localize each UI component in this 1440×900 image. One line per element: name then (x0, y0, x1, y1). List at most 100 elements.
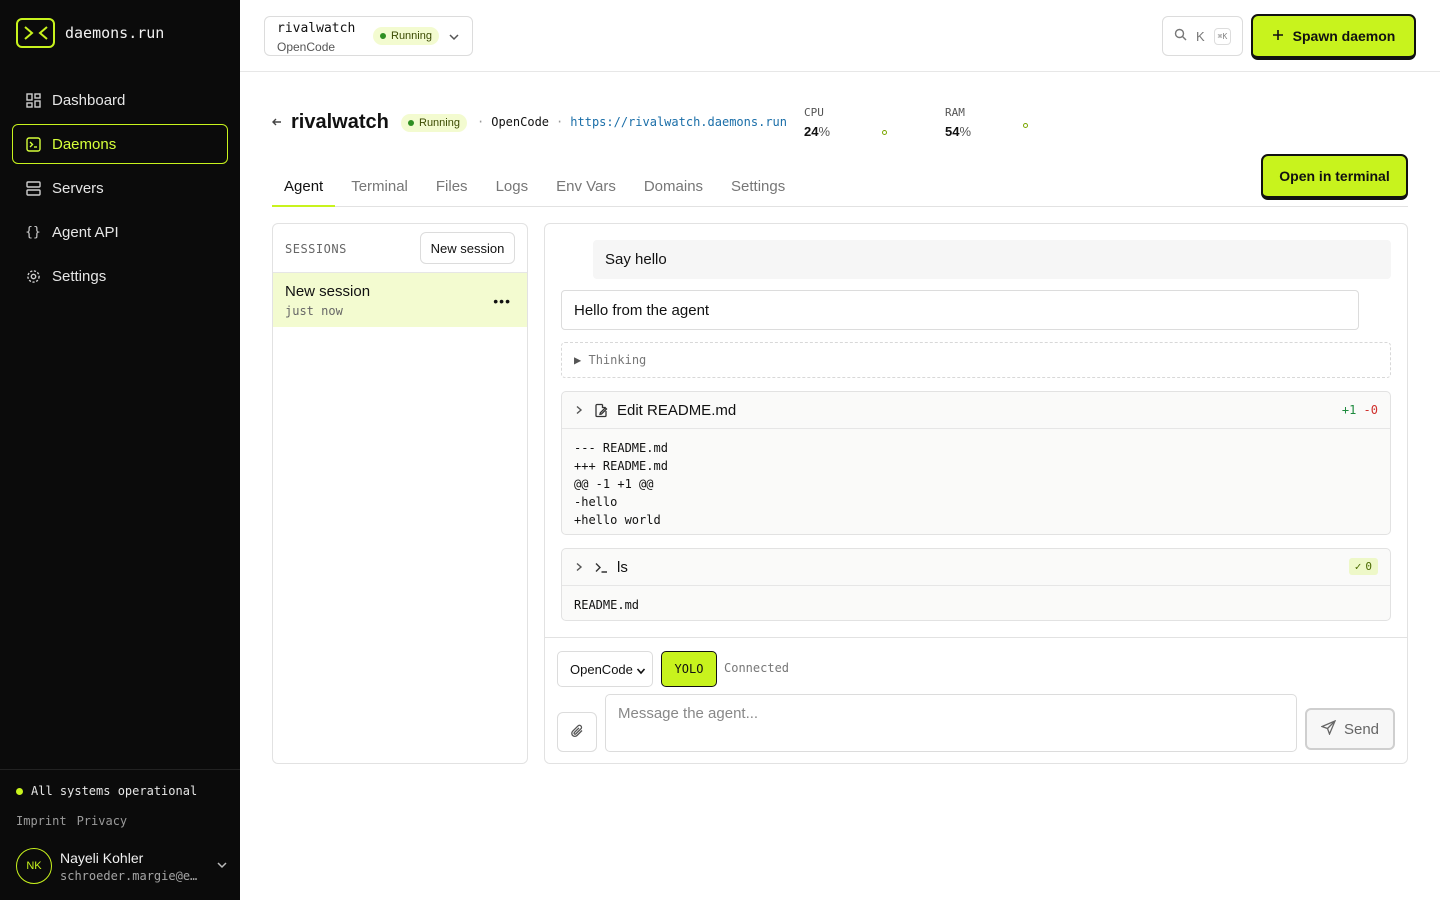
shortcut-kbd: ⌘K (1213, 27, 1232, 45)
list-item[interactable]: New session just now ••• (273, 272, 527, 327)
spawn-daemon-label: Spawn daemon (1292, 28, 1396, 44)
lines-removed: -0 (1363, 403, 1378, 417)
tab-env-vars[interactable]: Env Vars (544, 166, 628, 207)
search-key: K (1196, 28, 1205, 44)
thinking-toggle[interactable]: ▶ Thinking (561, 342, 1391, 378)
system-status: All systems operational (16, 784, 197, 798)
legal-links: Imprint Privacy (16, 814, 127, 828)
ram-value: 54 (945, 124, 960, 139)
spawn-daemon-button[interactable]: Spawn daemon (1251, 14, 1416, 60)
lines-added: +1 (1341, 403, 1357, 417)
server-icon (25, 180, 41, 196)
status-dot-icon (408, 120, 414, 126)
send-label: Send (1343, 720, 1380, 738)
switcher-daemon-name: rivalwatch (277, 21, 356, 36)
dashboard-icon (25, 92, 41, 108)
status-dot-icon (16, 787, 23, 795)
sidebar-item-settings[interactable]: Settings (12, 256, 228, 296)
edit-tool-header[interactable]: Edit README.md +1 -0 (562, 392, 1390, 429)
ram-sparkline-icon (1023, 123, 1028, 128)
check-icon: ✓ (1354, 560, 1362, 573)
status-badge: Running (401, 114, 467, 132)
agent-message: Hello from the agent (561, 290, 1359, 330)
sidebar-item-label: Servers (52, 179, 104, 197)
sidebar-item-label: Agent API (52, 223, 119, 241)
sidebar-nav: Dashboard Daemons Servers {} Agent API S… (12, 80, 228, 300)
sessions-heading: SESSIONS (285, 242, 347, 256)
tab-logs[interactable]: Logs (484, 166, 541, 207)
open-in-terminal-button[interactable]: Open in terminal (1261, 154, 1408, 200)
chevron-down-icon (448, 30, 460, 46)
sidebar: daemons.run Dashboard Daemons Servers {}… (0, 0, 240, 900)
composer: OpenCode YOLO Connected Message the agen… (545, 637, 1407, 763)
brand-name: daemons.run (65, 24, 165, 42)
thinking-label: Thinking (588, 353, 647, 367)
ram-metric: RAM 54% (945, 106, 1045, 139)
agent-chat-panel: Say hello Hello from the agent ▶ Thinkin… (544, 223, 1408, 764)
tab-settings[interactable]: Settings (719, 166, 797, 207)
brand[interactable]: daemons.run (16, 18, 164, 48)
exit-code-badge: ✓ 0 (1348, 558, 1378, 575)
sidebar-item-dashboard[interactable]: Dashboard (12, 80, 228, 120)
cpu-metric: CPU 24% (804, 106, 904, 139)
imprint-link[interactable]: Imprint (16, 814, 67, 828)
model-select[interactable]: OpenCode (557, 651, 653, 687)
cpu-value: 24 (804, 124, 819, 139)
edit-tool-title: Edit README.md (617, 401, 737, 419)
terminal-prompt-icon (594, 560, 609, 575)
send-button[interactable]: Send (1305, 708, 1395, 750)
tab-agent[interactable]: Agent (272, 166, 336, 207)
send-icon (1320, 719, 1337, 739)
sidebar-item-label: Dashboard (52, 91, 126, 109)
shell-tool-header[interactable]: ls ✓ 0 (562, 549, 1390, 586)
tab-files[interactable]: Files (424, 166, 480, 207)
caret-right-icon: ▶ (574, 353, 582, 367)
chevron-right-icon (574, 559, 584, 576)
chevron-down-icon (216, 858, 228, 874)
daemon-url-link[interactable]: https://rivalwatch.daemons.run (570, 115, 787, 129)
braces-icon: {} (25, 224, 41, 240)
logo-icon (16, 18, 55, 48)
cpu-sparkline-icon (882, 130, 887, 135)
avatar: NK (16, 848, 52, 884)
diff-stat: +1 -0 (1342, 403, 1378, 417)
shell-tool-title: ls (617, 558, 628, 576)
shell-tool-card: ls ✓ 0 README.md (561, 548, 1391, 621)
sessions-panel: SESSIONS New session New session just no… (272, 223, 528, 764)
user-menu[interactable]: NK Nayeli Kohler schroeder.margie@e… (16, 846, 228, 886)
cpu-label: CPU (804, 106, 824, 119)
tab-terminal[interactable]: Terminal (339, 166, 420, 207)
session-time: just now (285, 304, 343, 318)
edit-tool-card: Edit README.md +1 -0 --- README.md +++ R… (561, 391, 1391, 535)
chevron-down-icon (636, 664, 646, 679)
paperclip-icon (569, 723, 585, 742)
sidebar-item-servers[interactable]: Servers (12, 168, 228, 208)
terminal-square-icon (25, 136, 41, 152)
ram-label: RAM (945, 106, 965, 119)
privacy-link[interactable]: Privacy (77, 814, 128, 828)
message-input[interactable]: Message the agent... (605, 694, 1297, 752)
model-select-value: OpenCode (570, 661, 633, 677)
new-session-button[interactable]: New session (420, 232, 515, 264)
sidebar-item-daemons[interactable]: Daemons (12, 124, 228, 164)
tab-domains[interactable]: Domains (632, 166, 715, 207)
more-horizontal-icon[interactable]: ••• (493, 293, 511, 309)
user-name: Nayeli Kohler (60, 849, 144, 866)
exit-code: 0 (1365, 560, 1372, 573)
topbar: rivalwatch OpenCode Running K ⌘K Spawn d… (240, 0, 1440, 72)
system-status-text: All systems operational (31, 784, 198, 798)
sidebar-footer: All systems operational Imprint Privacy … (0, 769, 240, 884)
attach-button[interactable] (557, 712, 597, 752)
user-email: schroeder.margie@e… (60, 868, 198, 883)
shell-output: README.md (574, 598, 640, 612)
daemon-switcher[interactable]: rivalwatch OpenCode Running (264, 16, 473, 56)
back-arrow-icon[interactable] (271, 115, 283, 131)
command-search-button[interactable]: K ⌘K (1162, 16, 1243, 56)
status-dot-icon (380, 33, 386, 39)
yolo-toggle[interactable]: YOLO (661, 651, 717, 687)
daemon-type: OpenCode (491, 115, 550, 129)
plus-icon (1272, 28, 1284, 44)
sidebar-item-agent-api[interactable]: {} Agent API (12, 212, 228, 252)
file-edit-icon (594, 403, 609, 418)
user-message: Say hello (593, 240, 1391, 279)
